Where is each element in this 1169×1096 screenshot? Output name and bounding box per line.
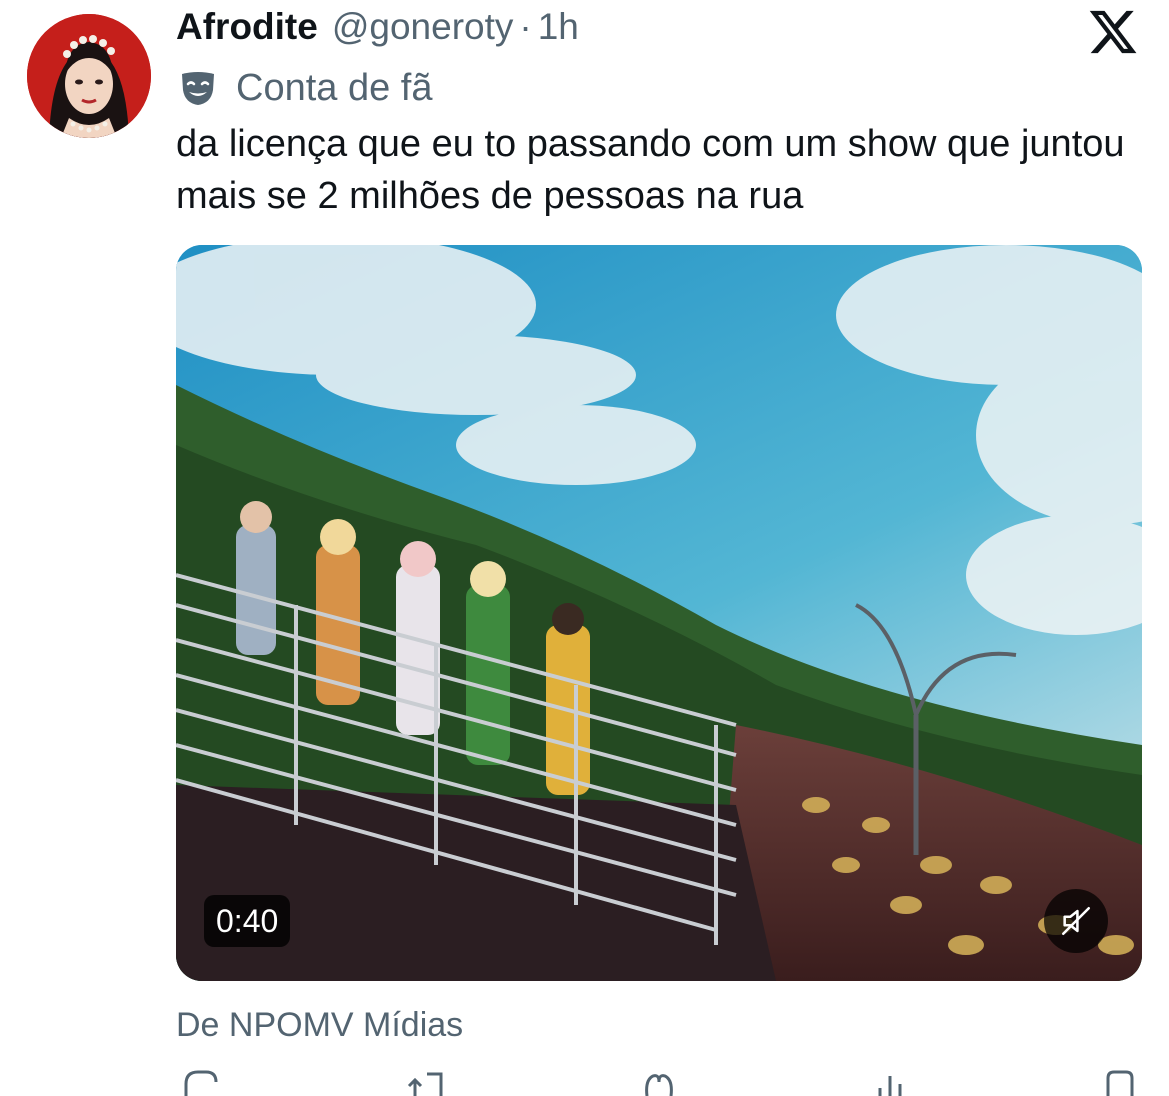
separator-dot: · [519,6,532,47]
video-thumbnail [176,245,1142,981]
avatar-image [27,14,151,138]
account-label: Conta de fã [178,62,432,114]
avatar[interactable] [27,14,151,138]
tweet-header: Afrodite @goneroty · 1h [176,6,579,56]
views-icon[interactable] [868,1066,912,1096]
share-icon[interactable] [1098,1066,1142,1096]
tweet-text: da licença que eu to passando com um sho… [176,123,1125,217]
video-player[interactable]: 0:40 [176,245,1142,981]
media-source[interactable]: De NPOMV Mídias [176,1006,463,1045]
display-name[interactable]: Afrodite [176,6,318,48]
speaker-muted-icon [1061,906,1091,936]
unmute-button[interactable] [1044,889,1108,953]
action-bar [176,1066,1142,1096]
video-duration: 0:40 [204,895,291,947]
account-label-text: Conta de fã [236,66,433,109]
reply-icon[interactable] [176,1066,220,1096]
retweet-icon[interactable] [407,1066,451,1096]
timestamp[interactable]: 1h [538,6,579,48]
x-logo-icon [1089,10,1137,54]
theater-mask-icon [182,72,214,105]
user-handle[interactable]: @goneroty [332,6,514,48]
like-icon[interactable] [637,1066,681,1096]
